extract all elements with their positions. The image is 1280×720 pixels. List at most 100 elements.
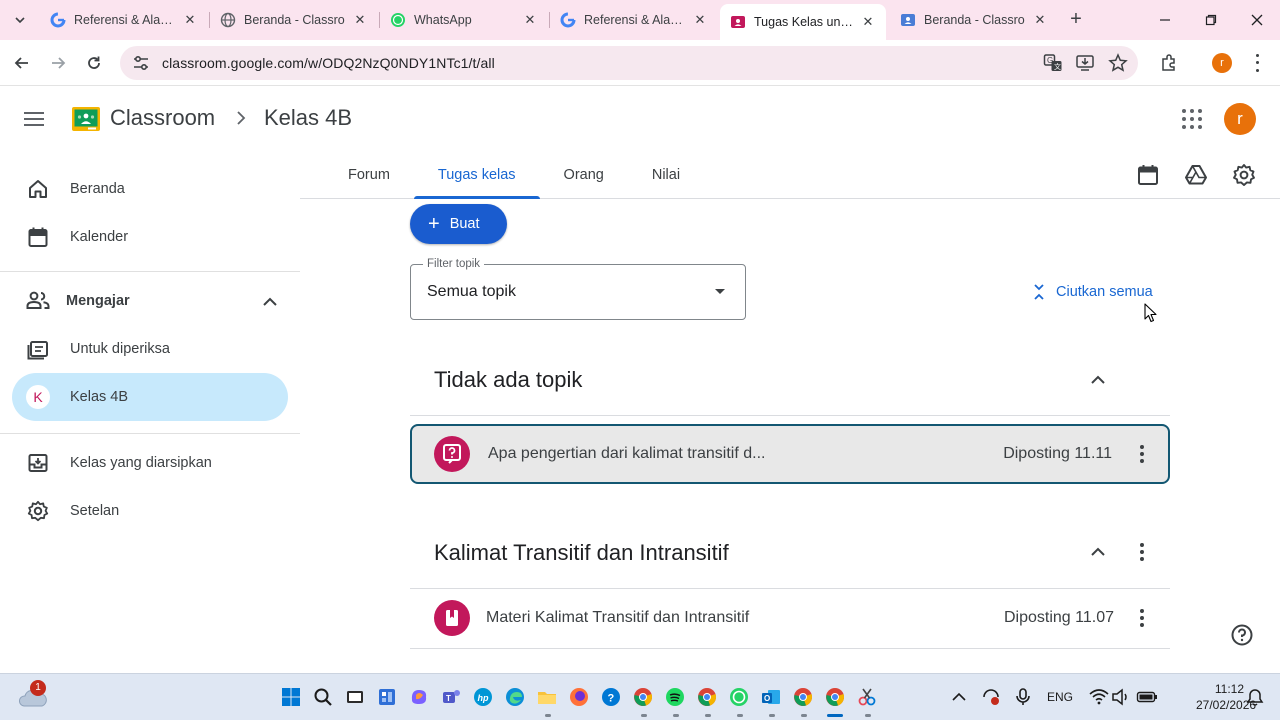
install-app-icon[interactable] — [1074, 52, 1096, 74]
teams-icon[interactable]: T — [440, 686, 462, 708]
browser-tab-active[interactable]: Tugas Kelas untuk ✕ — [720, 4, 886, 40]
tab-orang[interactable]: Orang — [540, 151, 628, 199]
class-badge: K — [26, 385, 50, 409]
topic-more-options-icon[interactable] — [1134, 542, 1150, 562]
browser-profile-avatar[interactable]: r — [1212, 53, 1232, 73]
chevron-up-icon[interactable] — [948, 686, 970, 708]
tab-search-icon[interactable] — [8, 8, 32, 32]
app-name[interactable]: Classroom — [110, 105, 215, 131]
topic-title[interactable]: Kalimat Transitif dan Intransitif — [434, 540, 729, 566]
security-icon[interactable] — [980, 686, 1002, 708]
more-options-icon[interactable] — [1134, 444, 1150, 464]
material-row[interactable]: Materi Kalimat Transitif dan Intransitif… — [410, 588, 1170, 648]
sidebar-divider — [0, 433, 300, 434]
more-options-icon[interactable] — [1134, 608, 1150, 628]
browser-tab-4[interactable]: Referensi & Alat Pe ✕ — [550, 4, 718, 36]
collapse-all-button[interactable]: Ciutkan semua — [1030, 282, 1153, 302]
sidebar-item-beranda[interactable]: Beranda — [12, 165, 288, 213]
sidebar-section-mengajar[interactable]: Mengajar — [26, 281, 286, 321]
tab-title: Referensi & Alat Pe — [74, 13, 176, 27]
chrome-icon[interactable] — [696, 686, 718, 708]
chevron-up-icon[interactable] — [1089, 371, 1107, 389]
whatsapp-icon — [391, 13, 405, 27]
collapse-all-label: Ciutkan semua — [1056, 284, 1153, 300]
browser-tab-6[interactable]: Beranda - Classro ✕ — [890, 4, 1058, 36]
material-posted-date: Diposting 11.07 — [1004, 609, 1114, 626]
extensions-icon[interactable] — [1158, 52, 1180, 74]
reload-button[interactable] — [80, 49, 108, 77]
new-tab-button[interactable]: + — [1064, 8, 1088, 32]
system-clock[interactable]: 11:12 27/02/2026 — [1196, 681, 1256, 713]
topic-filter-select[interactable]: Filter topik Semua topik — [410, 258, 746, 320]
close-icon[interactable]: ✕ — [522, 12, 538, 28]
breadcrumb-class-name[interactable]: Kelas 4B — [264, 105, 352, 131]
get-help-icon[interactable]: ? — [600, 686, 622, 708]
site-info-icon[interactable] — [132, 54, 150, 72]
close-icon[interactable]: ✕ — [1032, 12, 1048, 28]
notifications-icon[interactable] — [1244, 686, 1266, 708]
taskbar-running-indicator — [641, 714, 647, 717]
topic-title[interactable]: Tidak ada topik — [434, 367, 582, 393]
outlook-icon[interactable]: O — [760, 686, 782, 708]
sidebar-item-setelan[interactable]: Setelan — [12, 487, 288, 535]
create-button[interactable]: + Buat — [410, 204, 507, 244]
whatsapp-icon[interactable] — [728, 686, 750, 708]
browser-menu-icon[interactable] — [1252, 52, 1262, 74]
translate-icon[interactable]: G文 — [1042, 52, 1064, 74]
close-window-button[interactable] — [1234, 0, 1280, 40]
sidebar-item-untuk-diperiksa[interactable]: Untuk diperiksa — [12, 325, 288, 373]
task-view-icon[interactable] — [344, 686, 366, 708]
tab-tugas-kelas[interactable]: Tugas kelas — [413, 151, 540, 199]
close-icon[interactable]: ✕ — [182, 12, 198, 28]
snipping-tool-icon[interactable] — [856, 686, 878, 708]
chrome-icon[interactable] — [824, 686, 846, 708]
class-settings-icon[interactable] — [1232, 163, 1256, 187]
assignment-row[interactable]: Apa pengertian dari kalimat transitif d.… — [410, 424, 1170, 484]
main-menu-icon[interactable] — [24, 107, 46, 131]
app-header: Classroom Kelas 4B r — [0, 87, 1280, 151]
bookmark-star-icon[interactable] — [1107, 52, 1129, 74]
sidebar-item-kelas-diarsipkan[interactable]: Kelas yang diarsipkan — [12, 439, 288, 487]
chrome-icon[interactable] — [792, 686, 814, 708]
edge-icon[interactable] — [504, 686, 526, 708]
forward-button[interactable] — [44, 49, 72, 77]
drive-icon[interactable] — [1184, 163, 1208, 187]
browser-tab-1[interactable]: Referensi & Alat Pe ✕ — [40, 4, 208, 36]
sidebar-item-kalender[interactable]: Kalender — [12, 213, 288, 261]
restore-button[interactable] — [1188, 0, 1234, 40]
filter-value: Semua topik — [427, 283, 516, 300]
tab-nilai[interactable]: Nilai — [628, 151, 704, 199]
firefox-icon[interactable] — [568, 686, 590, 708]
help-icon[interactable] — [1230, 623, 1254, 647]
windows-start-icon[interactable] — [280, 686, 302, 708]
calendar-icon[interactable] — [1136, 163, 1160, 187]
sidebar-item-kelas-4b[interactable]: K Kelas 4B — [12, 373, 288, 421]
widgets-icon[interactable] — [376, 686, 398, 708]
spotify-icon[interactable] — [664, 686, 686, 708]
chevron-up-icon[interactable] — [1089, 543, 1107, 561]
hp-icon[interactable]: hp — [472, 686, 494, 708]
chrome-icon[interactable] — [632, 686, 654, 708]
account-avatar[interactable]: r — [1224, 103, 1256, 135]
close-icon[interactable]: ✕ — [692, 12, 708, 28]
close-icon[interactable]: ✕ — [352, 12, 368, 28]
browser-tab-3[interactable]: WhatsApp ✕ — [380, 4, 548, 36]
search-icon[interactable] — [312, 686, 334, 708]
copilot-icon[interactable] — [408, 686, 430, 708]
minimize-button[interactable] — [1142, 0, 1188, 40]
address-bar[interactable]: classroom.google.com/w/ODQ2NzQ0NDY1NTc1/… — [120, 46, 1138, 80]
battery-icon[interactable] — [1136, 686, 1158, 708]
browser-tab-2[interactable]: Beranda - Classro ✕ — [210, 4, 378, 36]
taskbar-running-indicator — [705, 714, 711, 717]
file-explorer-icon[interactable] — [536, 686, 558, 708]
volume-icon[interactable] — [1110, 686, 1132, 708]
chevron-up-icon[interactable] — [262, 295, 278, 313]
input-language[interactable]: ENG — [1047, 690, 1073, 704]
back-button[interactable] — [8, 49, 36, 77]
tab-forum[interactable]: Forum — [324, 151, 414, 199]
wifi-icon[interactable] — [1088, 686, 1110, 708]
close-icon[interactable]: ✕ — [860, 14, 876, 30]
google-apps-icon[interactable] — [1182, 109, 1202, 129]
plus-icon: + — [428, 213, 440, 235]
microphone-icon[interactable] — [1012, 686, 1034, 708]
